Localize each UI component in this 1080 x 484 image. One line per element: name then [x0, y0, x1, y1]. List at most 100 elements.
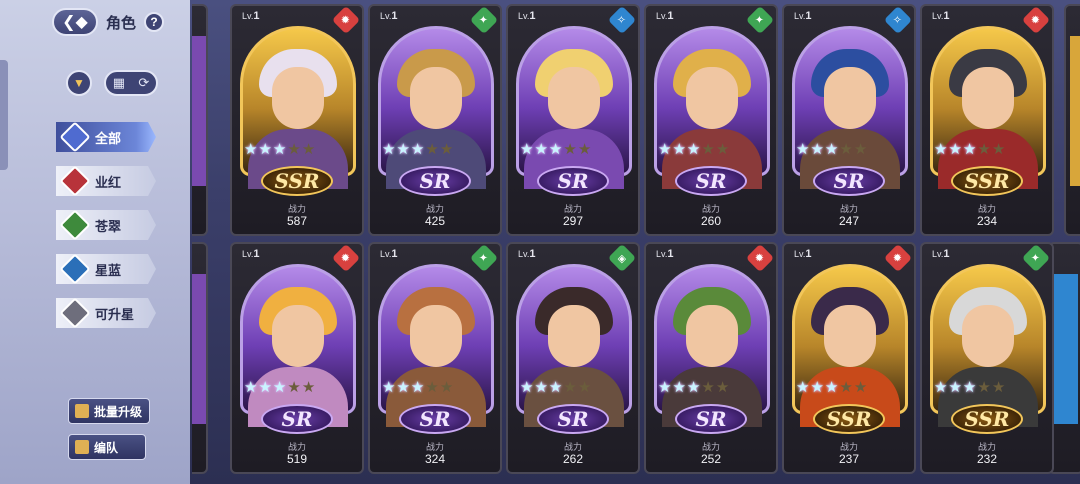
- star-filled-icon: ★: [534, 141, 548, 158]
- formation-button[interactable]: 编队: [68, 434, 146, 460]
- formation-label: 编队: [94, 440, 119, 455]
- portrait-face: [410, 305, 462, 367]
- character-card[interactable]: Lv.1 ✹ ★ ★ ★ ★ ★ SR 战力 519: [230, 242, 364, 474]
- star-filled-icon: ★: [272, 141, 287, 158]
- character-card[interactable]: Lv.1 ✦ ★ ★ ★ ★ ★ SR 战力 425: [368, 4, 502, 236]
- partial-card-left-bottom[interactable]: [192, 242, 208, 474]
- level-label: Lv.1: [518, 10, 535, 22]
- grid-icon: ▦: [112, 75, 125, 90]
- character-card[interactable]: Lv.1 ✹ ★ ★ ★ ★ ★ SSR 战力 587: [230, 4, 364, 236]
- star-empty-icon: ★: [287, 379, 301, 396]
- rarity-badge: SR: [537, 404, 609, 434]
- star-filled-icon: ★: [672, 141, 686, 158]
- level-value: 1: [391, 10, 398, 22]
- level-value: 1: [253, 248, 260, 260]
- page-title: 角色: [106, 14, 137, 32]
- character-card[interactable]: Lv.1 ◈ ★ ★ ★ ★ ★ SR 战力 262: [506, 242, 640, 474]
- water-element-icon: ✧: [607, 6, 637, 35]
- star-filled-icon: ★: [658, 379, 672, 396]
- level-prefix: Lv.: [794, 11, 806, 21]
- star-filled-icon: ★: [382, 141, 396, 158]
- partial-card-right-top[interactable]: [1064, 4, 1080, 236]
- level-label: Lv.1: [656, 248, 673, 260]
- star-empty-icon: ★: [853, 379, 868, 396]
- level-label: Lv.1: [932, 248, 949, 260]
- star-empty-icon: ★: [715, 379, 730, 396]
- back-arrow-icon: ❮◆: [62, 14, 88, 31]
- power-value: 237: [838, 452, 860, 466]
- wind-element-icon: ✦: [469, 6, 499, 35]
- fire-element-icon: ✹: [1021, 6, 1051, 35]
- category-blue[interactable]: 星蓝: [56, 254, 156, 284]
- rarity-badge: SSR: [951, 166, 1023, 196]
- star-filled-icon: ★: [244, 141, 258, 158]
- character-card[interactable]: Lv.1 ✧ ★ ★ ★ ★ ★ SR 战力 297: [506, 4, 640, 236]
- character-card[interactable]: Lv.1 ✧ ★ ★ ★ ★ ★ SR 战力 247: [782, 4, 916, 236]
- star-rating: ★ ★ ★ ★ ★: [520, 378, 591, 396]
- star-rating: ★ ★ ★ ★ ★: [244, 140, 315, 158]
- level-value: 1: [943, 248, 950, 260]
- back-button[interactable]: ❮◆: [52, 8, 98, 36]
- refresh-icon: ⟳: [138, 75, 150, 90]
- star-empty-icon: ★: [839, 379, 853, 396]
- partial-card-left-top[interactable]: [192, 4, 208, 236]
- category-green[interactable]: 苍翠: [56, 210, 156, 240]
- help-button[interactable]: ?: [144, 12, 165, 32]
- star-filled-icon: ★: [824, 379, 839, 396]
- character-card[interactable]: Lv.1 ✹ ★ ★ ★ ★ ★ SSR 战力 237: [782, 242, 916, 474]
- power-value: 260: [700, 214, 722, 228]
- portrait-face: [272, 305, 324, 367]
- portrait-face: [824, 305, 876, 367]
- view-toggle[interactable]: ▦ ⟳: [104, 70, 158, 96]
- star-rating: ★ ★ ★ ★ ★: [658, 140, 729, 158]
- level-label: Lv.1: [794, 248, 811, 260]
- rarity-badge: SSR: [813, 404, 885, 434]
- character-card[interactable]: Lv.1 ✹ ★ ★ ★ ★ ★ SSR 战力 234: [920, 4, 1054, 236]
- portrait-face: [410, 67, 462, 129]
- all-grid-icon: [59, 122, 91, 152]
- level-prefix: Lv.: [656, 249, 668, 259]
- category-label: 苍翠: [95, 218, 122, 234]
- portrait-face: [962, 305, 1014, 367]
- category-upgradable[interactable]: 可升星: [56, 298, 156, 328]
- level-prefix: Lv.: [380, 249, 392, 259]
- character-card[interactable]: Lv.1 ✦ ★ ★ ★ ★ ★ SR 战力 260: [644, 4, 778, 236]
- star-filled-icon: ★: [520, 141, 534, 158]
- character-card[interactable]: Lv.1 ✦ ★ ★ ★ ★ ★ SR 战力 324: [368, 242, 502, 474]
- level-label: Lv.1: [794, 10, 811, 22]
- star-filled-icon: ★: [534, 379, 548, 396]
- star-filled-icon: ★: [396, 379, 410, 396]
- star-empty-icon: ★: [439, 379, 454, 396]
- star-filled-icon: ★: [382, 379, 396, 396]
- category-red[interactable]: 业红: [56, 166, 156, 196]
- level-prefix: Lv.: [932, 249, 944, 259]
- character-card[interactable]: Lv.1 ✦ ★ ★ ★ ★ ★ SSR 战力 232: [920, 242, 1054, 474]
- star-filled-icon: ★: [258, 141, 272, 158]
- rarity-badge: SSR: [261, 166, 333, 196]
- level-prefix: Lv.: [242, 249, 254, 259]
- star-filled-icon: ★: [810, 141, 824, 158]
- portrait-face: [548, 305, 600, 367]
- rarity-badge: SR: [399, 404, 471, 434]
- star-filled-icon: ★: [548, 379, 563, 396]
- star-empty-icon: ★: [439, 141, 454, 158]
- category-all[interactable]: 全部: [56, 122, 156, 152]
- level-value: 1: [253, 10, 260, 22]
- shield-element-icon: ◈: [607, 244, 637, 273]
- star-filled-icon: ★: [824, 141, 839, 158]
- filter-button[interactable]: ▼: [66, 70, 92, 96]
- star-empty-icon: ★: [577, 379, 592, 396]
- power-value: 234: [976, 214, 998, 228]
- sidebar-handle[interactable]: [0, 60, 8, 170]
- batch-upgrade-button[interactable]: 批量升级: [68, 398, 150, 424]
- star-empty-icon: ★: [425, 141, 439, 158]
- star-empty-icon: ★: [563, 141, 577, 158]
- star-empty-icon: ★: [991, 379, 1006, 396]
- power-value: 324: [424, 452, 446, 466]
- star-filled-icon: ★: [686, 141, 701, 158]
- character-card[interactable]: Lv.1 ✹ ★ ★ ★ ★ ★ SR 战力 252: [644, 242, 778, 474]
- star-filled-icon: ★: [962, 141, 977, 158]
- question-icon: ?: [150, 15, 158, 29]
- level-value: 1: [805, 10, 812, 22]
- wind-element-icon: ✦: [1021, 244, 1051, 273]
